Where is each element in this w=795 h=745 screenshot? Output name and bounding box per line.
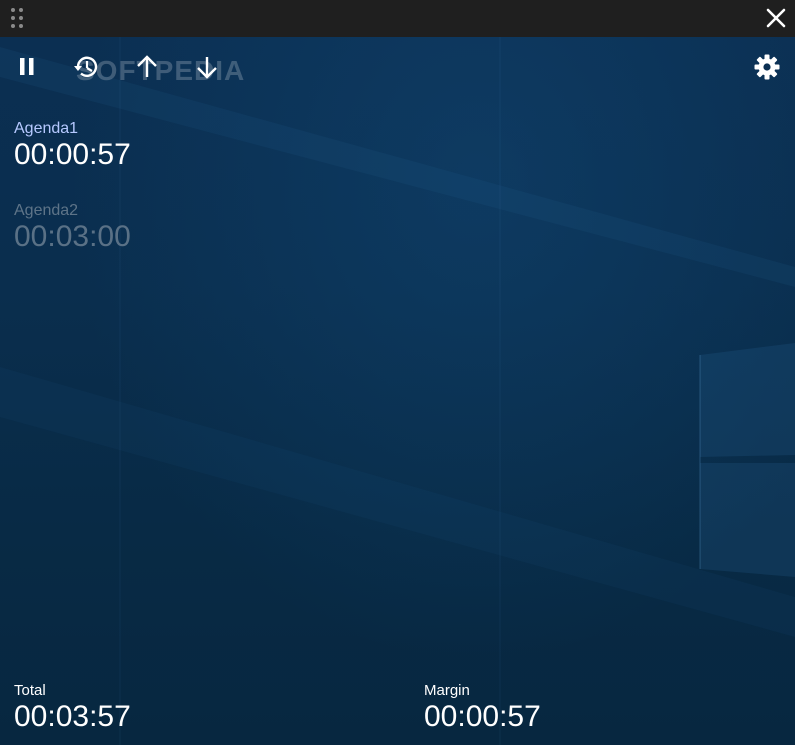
pause-icon[interactable] [12,52,42,82]
timer-window: SOFTPEDIA Agenda1 00:00:57 Agenda2 00:03… [0,0,795,745]
agenda-name: Agenda1 [14,120,79,137]
total-block: Total 00:03:57 [14,682,131,734]
agenda-item-1[interactable]: Agenda1 00:00:57 [14,120,131,172]
agenda-name: Agenda2 [14,202,79,219]
margin-label: Margin [424,682,470,699]
history-icon[interactable] [72,52,102,82]
arrow-down-icon[interactable] [192,52,222,82]
margin-value: 00:00:57 [424,700,541,733]
main-panel: SOFTPEDIA Agenda1 00:00:57 Agenda2 00:03… [0,37,795,745]
title-bar[interactable] [0,0,795,37]
arrow-up-icon[interactable] [132,52,162,82]
total-value: 00:03:57 [14,700,131,733]
total-label: Total [14,682,46,699]
agenda-time: 00:03:00 [14,220,131,253]
close-icon[interactable] [761,3,791,33]
gear-icon[interactable] [752,52,782,82]
agenda-item-2[interactable]: Agenda2 00:03:00 [14,202,131,254]
agenda-time: 00:00:57 [14,138,131,171]
margin-block: Margin 00:00:57 [424,682,541,734]
drag-handle-icon[interactable] [10,6,24,30]
